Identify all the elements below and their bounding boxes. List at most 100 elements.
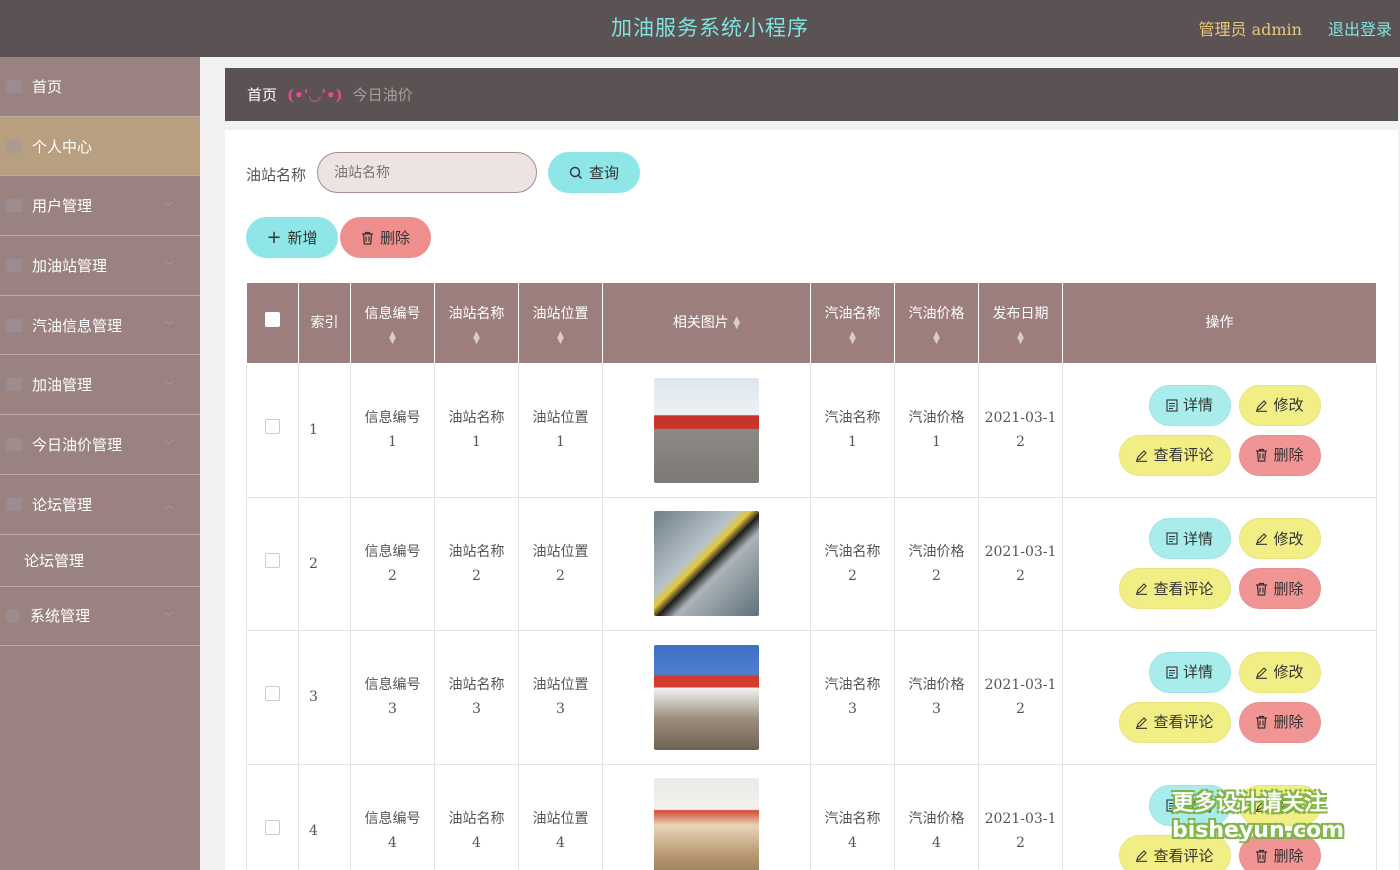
search-input[interactable] — [317, 152, 537, 193]
station-photo[interactable] — [654, 377, 759, 483]
station-name-cell: 油站名称 1 — [434, 363, 519, 498]
view-comments-button[interactable]: 查看评论 — [1118, 434, 1231, 476]
info-no-cell: 信息编号 4 — [350, 763, 435, 870]
sort-icon[interactable]: ▲ ▼ — [472, 331, 482, 346]
column-header[interactable]: 油站位置 ▲ ▼ — [518, 282, 603, 364]
delete-button-label: 删除 — [1273, 579, 1304, 598]
table-row: 3 信息编号 3 油站名称 3 油站位置 3 汽油名称 3 汽油价格 3 2021-03-… — [246, 630, 1377, 765]
chevron-down-icon: ﹀ — [164, 440, 174, 452]
gas-name-cell: 汽油名称 2 — [810, 496, 895, 631]
station-photo[interactable] — [654, 511, 759, 617]
station-photo[interactable] — [654, 644, 759, 750]
menu-icon — [6, 258, 22, 272]
column-header[interactable]: 油站名称 ▲ ▼ — [434, 282, 519, 364]
gas-price-cell: 汽油价格 4 — [894, 763, 979, 870]
sort-icon[interactable]: ▲ ▼ — [388, 331, 398, 346]
select-all-checkbox[interactable] — [265, 312, 280, 327]
settings-icon — [6, 608, 20, 623]
publish-date-cell: 2021-03-1 2 — [978, 763, 1063, 870]
sort-icon[interactable]: ▲ ▼ — [556, 331, 566, 346]
sort-icon[interactable]: ▲ ▼ — [733, 316, 740, 331]
publish-date-cell: 2021-03-1 2 — [978, 363, 1063, 498]
actions-cell: 详情 修改 查看评论 删除 — [1062, 630, 1377, 765]
table-header: 索引 信息编号 ▲ ▼ 油站名称 ▲ ▼ 油站位置 ▲ ▼ 相关图片 ▲ ▼ 汽油名称 ▲ ▼ 汽… — [246, 282, 1377, 364]
pencil-icon — [1136, 850, 1148, 863]
delete-button-label: 删除 — [1273, 846, 1304, 865]
sidebar-item-label: 首页 — [32, 77, 63, 96]
chevron-down-icon: ﹀ — [164, 202, 174, 214]
plus-icon: + — [266, 226, 282, 248]
sidebar-item-profile[interactable]: 个人中心 — [0, 116, 200, 177]
column-header[interactable]: 发布日期 ▲ ▼ — [978, 282, 1063, 364]
pencil-icon — [1136, 449, 1148, 462]
add-button-label: 新增 — [287, 229, 318, 247]
pencil-icon — [1256, 399, 1268, 412]
sidebar-item-stations[interactable]: 加油站管理 ﹀ — [0, 236, 200, 296]
delete-button-label: 删除 — [379, 229, 410, 247]
edit-button[interactable]: 修改 — [1238, 651, 1321, 693]
column-header[interactable]: 相关图片 ▲ ▼ — [602, 282, 811, 364]
edit-button[interactable]: 修改 — [1238, 384, 1321, 426]
pencil-icon — [1256, 533, 1268, 546]
query-button-label: 查询 — [588, 164, 619, 182]
chevron-down-icon: ﹀ — [164, 321, 174, 333]
sort-icon[interactable]: ▲ ▼ — [1016, 331, 1026, 346]
delete-button[interactable]: 删除 — [1238, 434, 1321, 476]
column-header[interactable]: 信息编号 ▲ ▼ — [350, 282, 435, 364]
index-cell: 4 — [298, 763, 351, 870]
trash-icon — [1256, 582, 1268, 596]
chevron-up-icon: ︿ — [164, 500, 174, 512]
sidebar-item-refuel[interactable]: 加油管理 ﹀ — [0, 355, 200, 416]
sidebar-item-gas-info[interactable]: 汽油信息管理 ﹀ — [0, 296, 200, 356]
image-cell — [602, 496, 811, 631]
sidebar-item-users[interactable]: 用户管理 ﹀ — [0, 176, 200, 237]
delete-button[interactable]: 删除 — [1238, 701, 1321, 743]
view-comments-button[interactable]: 查看评论 — [1118, 701, 1231, 743]
delete-button-label: 删除 — [1273, 446, 1304, 465]
column-header: 索引 — [298, 282, 351, 364]
info-no-cell: 信息编号 3 — [350, 630, 435, 765]
query-button[interactable]: 查询 — [548, 152, 640, 193]
station-name-cell: 油站名称 4 — [434, 763, 519, 870]
row-checkbox[interactable] — [265, 819, 280, 835]
station-location-cell: 油站位置 4 — [518, 763, 603, 870]
sidebar-item-daily-price[interactable]: 今日油价管理 ﹀ — [0, 415, 200, 475]
sidebar-item-system[interactable]: 系统管理 ﹀ — [0, 587, 200, 647]
detail-button[interactable]: 详情 — [1148, 384, 1231, 426]
breadcrumb: 首页 (•'◡'•) 今日油价 — [225, 68, 1398, 121]
detail-button[interactable]: 详情 — [1148, 651, 1231, 693]
sort-icon[interactable]: ▲ ▼ — [848, 331, 858, 346]
logout-link[interactable]: 退出登录 — [1328, 16, 1392, 40]
sidebar-item-forum[interactable]: 论坛管理 ︿ — [0, 475, 200, 535]
pencil-icon — [1136, 583, 1148, 596]
gas-name-cell: 汽油名称 1 — [810, 363, 895, 498]
chevron-down-icon: ﹀ — [164, 261, 174, 273]
sidebar-subitem-forum[interactable]: 论坛管理 — [0, 535, 200, 587]
station-name-cell: 油站名称 2 — [434, 496, 519, 631]
gas-name-cell: 汽油名称 3 — [810, 630, 895, 765]
row-checkbox[interactable] — [265, 419, 280, 435]
edit-button-label: 修改 — [1273, 663, 1304, 682]
gas-price-cell: 汽油价格 3 — [894, 630, 979, 765]
sort-icon[interactable]: ▲ ▼ — [932, 331, 942, 346]
add-button[interactable]: + 新增 — [246, 217, 338, 258]
table-row: 2 信息编号 2 油站名称 2 油站位置 2 汽油名称 2 汽油价格 2 2021-03-… — [246, 496, 1377, 631]
batch-delete-button[interactable]: 删除 — [340, 217, 431, 258]
detail-button[interactable]: 详情 — [1148, 518, 1231, 560]
chevron-down-icon: ﹀ — [164, 612, 174, 624]
breadcrumb-home[interactable]: 首页 — [247, 84, 277, 105]
table-row: 1 信息编号 1 油站名称 1 油站位置 1 汽油名称 1 汽油价格 1 2021-03-… — [246, 363, 1377, 498]
edit-button[interactable]: 修改 — [1238, 518, 1321, 560]
view-comments-label: 查看评论 — [1153, 579, 1214, 598]
station-photo[interactable] — [654, 778, 759, 870]
row-checkbox[interactable] — [265, 686, 280, 702]
row-checkbox[interactable] — [265, 552, 280, 568]
sidebar-item-home[interactable]: 首页 — [0, 57, 200, 117]
station-location-cell: 油站位置 1 — [518, 363, 603, 498]
column-header[interactable]: 汽油名称 ▲ ▼ — [810, 282, 895, 364]
sidebar-item-label: 今日油价管理 — [32, 435, 123, 454]
view-comments-button[interactable]: 查看评论 — [1118, 568, 1231, 610]
delete-button[interactable]: 删除 — [1238, 568, 1321, 610]
menu-icon — [6, 318, 22, 332]
column-header[interactable]: 汽油价格 ▲ ▼ — [894, 282, 979, 364]
